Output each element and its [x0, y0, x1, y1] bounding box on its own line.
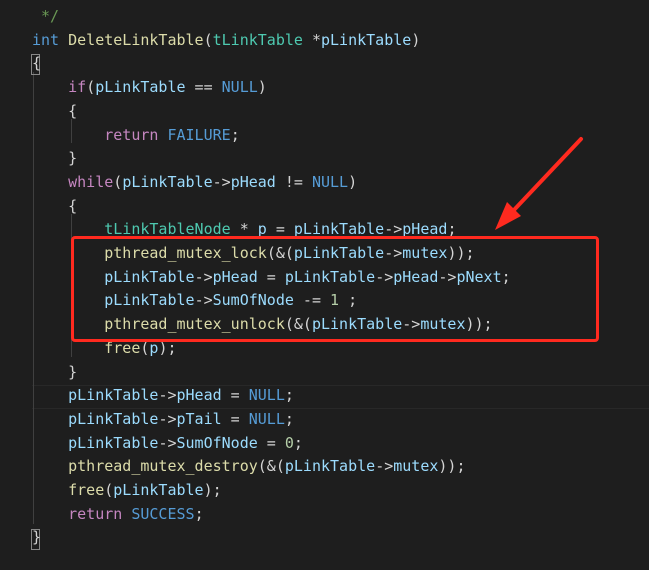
- code-token: NULL: [221, 78, 258, 97]
- code-token: pHead: [176, 386, 222, 405]
- code-token: pLinkTable: [95, 78, 186, 97]
- code-token: pLinkTable: [122, 172, 213, 191]
- code-token: !=: [275, 172, 312, 191]
- code-token: );: [203, 481, 222, 499]
- code-token: pHead: [230, 172, 276, 191]
- code-token: pLinkTable: [284, 457, 376, 476]
- code-token: (: [203, 30, 213, 49]
- code-line[interactable]: int DeleteLinkTable(tLinkTable *pLinkTab…: [32, 29, 420, 53]
- code-token: pLinkTable: [68, 433, 159, 452]
- code-line[interactable]: while(pLinkTable->pHead != NULL): [32, 171, 357, 195]
- code-line[interactable]: {: [32, 100, 77, 124]
- code-token: DeleteLinkTable: [68, 30, 204, 49]
- code-token: }: [32, 528, 42, 547]
- code-token: (: [86, 78, 96, 97]
- code-token: =: [257, 433, 285, 452]
- code-token: ->: [158, 386, 177, 405]
- code-token: */: [32, 7, 60, 25]
- code-token: int: [32, 30, 60, 49]
- code-token: ): [411, 30, 421, 49]
- code-token: {: [32, 196, 78, 215]
- code-token: ;: [293, 433, 303, 452]
- code-token: =: [221, 386, 249, 405]
- editor-bottom-strip: [0, 556, 649, 570]
- code-line[interactable]: if(pLinkTable == NULL): [32, 76, 267, 100]
- code-line[interactable]: pthread_mutex_destroy(&(pLinkTable->mute…: [32, 455, 466, 479]
- code-token: while: [68, 172, 114, 191]
- code-editor[interactable]: */int DeleteLinkTable(tLinkTable *pLinkT…: [0, 0, 649, 570]
- code-token: ->: [158, 409, 177, 428]
- code-token: tLinkTable: [212, 30, 303, 49]
- code-line[interactable]: return SUCCESS;: [32, 503, 204, 527]
- code-token: {: [32, 101, 78, 120]
- code-token: NULL: [248, 386, 285, 405]
- code-token: (&(: [257, 457, 285, 476]
- code-line[interactable]: }: [32, 361, 77, 385]
- code-token: pLinkTable: [68, 409, 159, 428]
- code-token: (: [104, 481, 114, 499]
- code-line[interactable]: {: [32, 195, 77, 219]
- code-token: pTail: [176, 409, 222, 428]
- code-token: free: [68, 481, 105, 499]
- code-token: pLinkTable: [321, 30, 412, 49]
- code-token: ;: [194, 504, 204, 523]
- code-token: SUCCESS: [131, 504, 195, 523]
- code-token: pLinkTable: [113, 481, 204, 499]
- code-token: ));: [438, 457, 466, 476]
- code-line[interactable]: return FAILURE;: [32, 124, 240, 148]
- code-token: return: [104, 125, 159, 144]
- code-token: (: [113, 172, 123, 191]
- code-line[interactable]: pLinkTable->pTail = NULL;: [32, 408, 294, 432]
- code-token: ->: [212, 172, 231, 191]
- code-token: {: [32, 54, 42, 73]
- code-token: 0: [284, 433, 294, 452]
- code-token: ==: [185, 78, 222, 97]
- code-token: return: [68, 504, 123, 523]
- annotation-highlight-box: [71, 236, 599, 342]
- code-token: }: [32, 149, 78, 168]
- code-token: ): [348, 172, 358, 191]
- code-line[interactable]: */: [32, 5, 59, 29]
- code-line[interactable]: free(pLinkTable);: [32, 479, 222, 503]
- code-token: ->: [158, 433, 177, 452]
- code-line[interactable]: }: [32, 147, 77, 171]
- code-token: ;: [284, 409, 294, 428]
- code-token: ): [257, 78, 267, 97]
- code-token: =: [221, 409, 249, 428]
- code-line[interactable]: pLinkTable->pHead = NULL;: [32, 384, 294, 408]
- code-token: NULL: [248, 409, 285, 428]
- code-token: *: [302, 30, 321, 49]
- code-token: SumOfNode: [176, 433, 258, 452]
- code-token: ->: [375, 457, 394, 476]
- code-token: if: [68, 78, 87, 97]
- code-token: NULL: [311, 172, 349, 191]
- code-token: FAILURE: [167, 125, 231, 144]
- code-token: ;: [230, 125, 240, 144]
- code-token: mutex: [393, 457, 439, 476]
- code-token: pthread_mutex_destroy: [68, 457, 258, 476]
- code-line[interactable]: {: [32, 52, 41, 76]
- code-line[interactable]: }: [32, 526, 41, 550]
- code-token: }: [32, 362, 78, 381]
- code-token: ;: [284, 386, 294, 405]
- code-line[interactable]: pLinkTable->SumOfNode = 0;: [32, 432, 303, 456]
- code-token: pLinkTable: [68, 386, 159, 405]
